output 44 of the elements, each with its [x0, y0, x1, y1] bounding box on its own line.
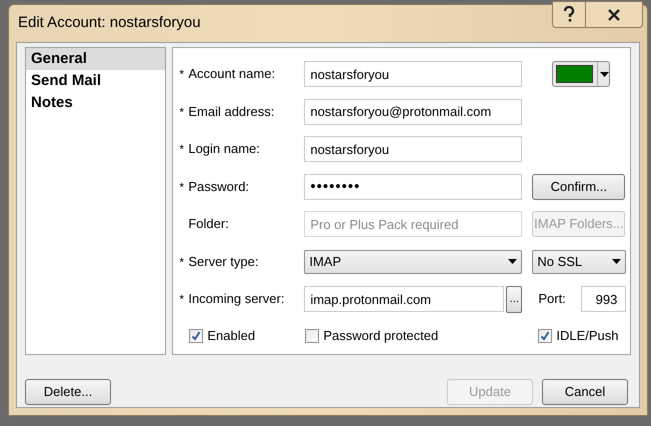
input-field[interactable]: nostarsforyou [304, 61, 522, 87]
field-label: Incoming server: [188, 290, 284, 308]
required-marker: * [179, 141, 186, 158]
checkbox[interactable] [538, 328, 552, 343]
cancel-button[interactable]: Cancel [542, 379, 628, 405]
caret-icon [612, 259, 622, 264]
required-marker: * [179, 104, 186, 120]
window-title: Edit Account: nostarsforyou [18, 13, 201, 34]
confirm-button[interactable]: Confirm... [532, 174, 626, 200]
caret-icon [508, 259, 518, 264]
sidebar-item[interactable]: General [26, 48, 166, 70]
required-marker: * [179, 178, 186, 196]
sidebar-item[interactable]: Notes [26, 92, 166, 114]
field-label: Server type: [188, 252, 258, 271]
help-icon [563, 6, 575, 23]
delete-button[interactable]: Delete... [25, 379, 111, 405]
caret-icon [600, 72, 610, 76]
required-marker: * [179, 66, 186, 83]
field-label: Folder: [188, 215, 229, 234]
required-marker: * [179, 254, 186, 270]
browse-button[interactable]: ... [506, 286, 522, 312]
password-field[interactable]: •••••••• [304, 174, 522, 200]
field-label: Login name: [188, 140, 260, 158]
checkbox-label: IDLE/Push [556, 327, 618, 345]
checkbox-label: Password protected [323, 327, 438, 345]
checkbox-label: Enabled [207, 327, 256, 345]
required-marker: * [179, 291, 186, 308]
close-icon [607, 8, 621, 20]
field-label: Account name: [188, 65, 276, 84]
input-field[interactable]: nostarsforyou [304, 136, 522, 162]
input-field[interactable]: nostarsforyou@protonmail.com [304, 98, 522, 124]
input-field[interactable]: imap.protonmail.com [304, 286, 504, 312]
checkbox[interactable] [305, 328, 320, 343]
port-label: Port: [538, 290, 566, 308]
field-label: Email address: [188, 102, 274, 121]
port-field[interactable]: 993 [581, 286, 626, 312]
ssl-select[interactable]: No SSL [532, 250, 626, 274]
close-button[interactable] [586, 1, 643, 28]
help-button[interactable] [552, 1, 586, 28]
checkbox[interactable] [189, 328, 204, 343]
color-picker[interactable] [552, 61, 610, 87]
field-label: Password: [188, 178, 250, 196]
sidebar-item[interactable]: Send Mail [26, 70, 166, 92]
server-type-select[interactable]: IMAP [304, 250, 522, 274]
